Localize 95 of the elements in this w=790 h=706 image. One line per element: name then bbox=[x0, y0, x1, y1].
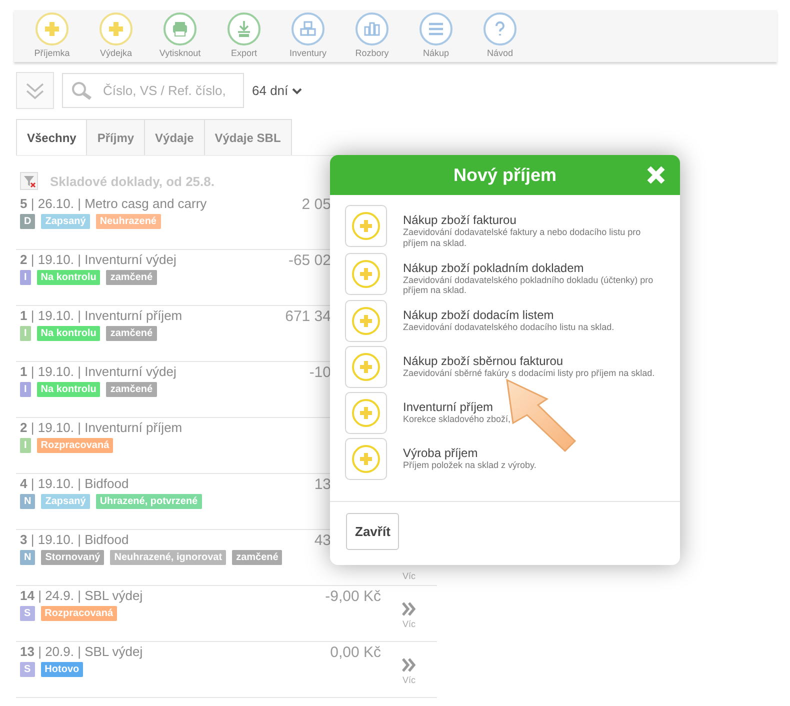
document-title: 1 | 19.10. | Inventurní příjem bbox=[20, 308, 182, 323]
status-tag: I bbox=[20, 438, 31, 453]
toolbar-button[interactable]: Výdejka bbox=[84, 12, 148, 62]
status-tag: N bbox=[20, 494, 36, 509]
tab[interactable]: Všechny bbox=[16, 119, 88, 155]
option-description: Příjem položek na sklad z výroby. bbox=[403, 460, 536, 471]
status-tag: Zapsaný bbox=[41, 494, 90, 509]
amount: 671 34 bbox=[285, 308, 331, 325]
close-icon bbox=[646, 165, 666, 185]
plus-icon bbox=[351, 211, 381, 241]
close-button[interactable] bbox=[646, 165, 666, 185]
status-tag: D bbox=[20, 214, 36, 229]
add-option-button[interactable] bbox=[345, 252, 387, 295]
amount: -9,00 Kč bbox=[325, 588, 381, 605]
document-title: 1 | 19.10. | Inventurní výdej bbox=[20, 364, 176, 379]
more-button[interactable]: Víc bbox=[381, 588, 437, 641]
status-tag: zamčené bbox=[232, 550, 282, 565]
option-title: Nákup zboží fakturou bbox=[403, 213, 518, 227]
status-tag: I bbox=[20, 270, 31, 285]
toolbar-button[interactable]: Inventury bbox=[276, 12, 340, 62]
status-tag: S bbox=[20, 662, 35, 677]
filter-off-icon bbox=[20, 172, 38, 190]
tab[interactable]: Výdaje bbox=[144, 119, 205, 155]
status-tag: I bbox=[20, 326, 31, 341]
amount: -10 bbox=[309, 364, 331, 381]
status-tag: Stornovaný bbox=[41, 550, 104, 565]
status-tag: Rozpracovaná bbox=[40, 606, 118, 621]
option-title: Výroba příjem bbox=[403, 446, 479, 460]
search-field[interactable]: Číslo, VS / Ref. číslo, bbox=[62, 73, 244, 108]
option-title: Nákup zboží sběrnou fakturou bbox=[403, 354, 564, 368]
option-description: Zaevidování dodavatelské faktury a nebo dodacího listu pro příjem na sklad. bbox=[403, 227, 642, 249]
status-tag: S bbox=[20, 606, 35, 621]
amount: -65 02 bbox=[288, 252, 331, 269]
status-tag: Zapsaný bbox=[41, 214, 90, 229]
amount: 43 bbox=[314, 532, 331, 549]
double-chevron-icon bbox=[401, 602, 417, 616]
status-tag: Na kontrolu bbox=[36, 270, 100, 285]
status-tag: zamčené bbox=[106, 326, 157, 341]
document-title: 13 | 20.9. | SBL výdej bbox=[20, 644, 143, 659]
tab[interactable]: Výdaje SBL bbox=[204, 119, 292, 155]
option-description: Zaevidování sběrné fakúry s dodacími listy pro příjem na sklad. bbox=[403, 368, 655, 379]
add-option-button[interactable] bbox=[345, 346, 387, 388]
plus-icon bbox=[351, 306, 381, 336]
amount: 2 05 bbox=[302, 196, 331, 213]
document-title: 5 | 26.10. | Metro casg and carry bbox=[20, 196, 207, 211]
list-heading: Skladové doklady, od 25.8. bbox=[50, 174, 214, 188]
chevron-down-icon bbox=[292, 86, 302, 94]
add-option-button[interactable] bbox=[345, 300, 387, 342]
status-tag: zamčené bbox=[106, 382, 157, 397]
document-title: 2 | 19.10. | Inventurní příjem bbox=[20, 420, 182, 435]
search-icon bbox=[71, 81, 93, 101]
add-option-button[interactable] bbox=[345, 438, 387, 480]
plus-icon bbox=[351, 258, 381, 289]
status-tag: zamčené bbox=[106, 270, 157, 285]
plus-icon bbox=[351, 398, 381, 428]
period-dropdown[interactable]: 64 dní bbox=[252, 83, 302, 98]
status-tag: Neuhrazené, ignorovat bbox=[110, 550, 226, 565]
tab[interactable]: Příjmy bbox=[86, 119, 146, 155]
double-chevron-icon bbox=[25, 80, 45, 100]
collapse-button[interactable] bbox=[16, 72, 54, 109]
toolbar-button[interactable]: Vytisknout bbox=[148, 12, 212, 62]
document-title: 3 | 19.10. | Bidfood bbox=[20, 532, 129, 547]
option-description: Korekce skladového zboží, bbox=[403, 414, 511, 425]
option-description: Zaevidování dodavatelského dodacího listu na sklad. bbox=[403, 322, 614, 333]
double-chevron-icon bbox=[401, 658, 417, 672]
toolbar-button[interactable]: Návod bbox=[468, 12, 532, 62]
option-title: Nákup zboží dodacím listem bbox=[403, 308, 555, 322]
status-tag: Na kontrolu bbox=[36, 326, 100, 341]
status-tag: I bbox=[20, 382, 31, 397]
toolbar-button[interactable]: Export bbox=[212, 12, 276, 62]
status-tag: N bbox=[20, 550, 36, 565]
amount: 0,00 Kč bbox=[330, 644, 381, 661]
document-title: 4 | 19.10. | Bidfood bbox=[20, 476, 129, 491]
plus-icon bbox=[351, 444, 381, 474]
dialog-title: Nový příjem bbox=[453, 164, 557, 186]
add-option-button[interactable] bbox=[345, 205, 387, 247]
status-tag: Na kontrolu bbox=[36, 382, 100, 397]
close-dialog-button[interactable]: Zavřít bbox=[346, 513, 400, 550]
toolbar-button[interactable]: Příjemka bbox=[20, 12, 84, 62]
status-tag: Uhrazené, potvrzené bbox=[96, 494, 202, 509]
status-tag: Neuhrazené bbox=[96, 214, 160, 229]
toolbar-button[interactable]: Nákup bbox=[404, 12, 468, 62]
toolbar-button[interactable]: Rozbory bbox=[340, 12, 404, 62]
document-title: 14 | 24.9. | SBL výdej bbox=[20, 588, 143, 603]
plus-icon bbox=[351, 352, 381, 382]
status-tag: Hotovo bbox=[40, 662, 84, 677]
status-tag: Rozpracovaná bbox=[36, 438, 114, 453]
add-option-button[interactable] bbox=[345, 392, 387, 434]
option-title: Inventurní příjem bbox=[403, 400, 494, 414]
option-description: Zaevidování dodavatelského pokladního dokladu (účtenky) pro příjem na sklad. bbox=[403, 274, 654, 296]
more-button[interactable]: Víc bbox=[381, 644, 437, 697]
option-title: Nákup zboží pokladním dokladem bbox=[403, 260, 585, 275]
more-label[interactable]: Víc bbox=[402, 571, 416, 585]
document-title: 2 | 19.10. | Inventurní výdej bbox=[20, 252, 176, 267]
amount: 13 bbox=[314, 476, 331, 493]
